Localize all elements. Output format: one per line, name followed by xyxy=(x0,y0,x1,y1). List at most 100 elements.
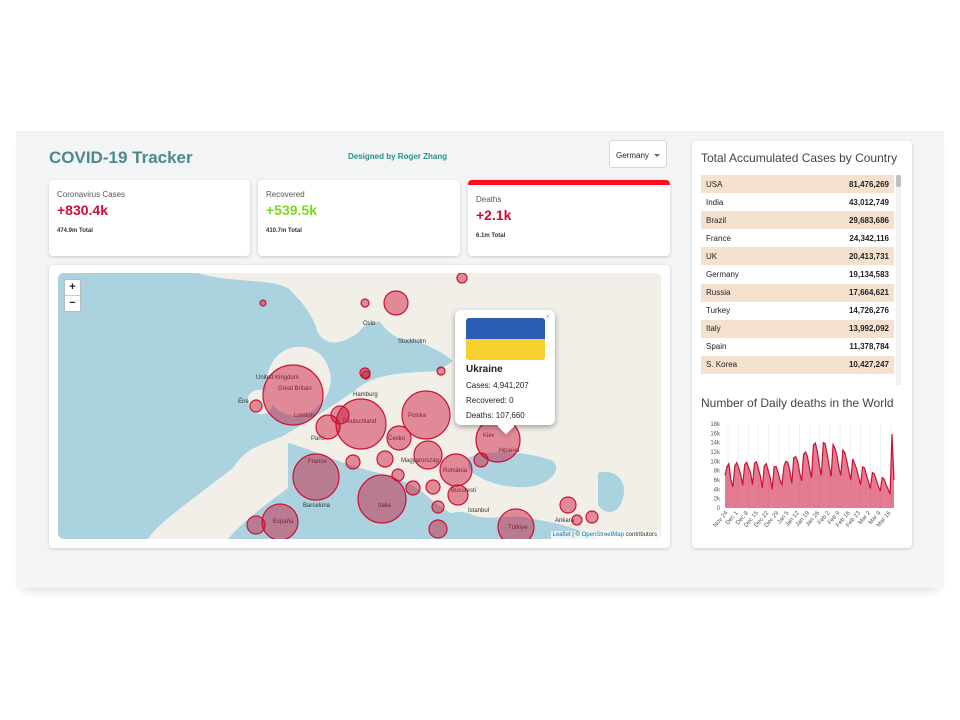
attribution-separator: | © xyxy=(570,532,582,538)
cases-card[interactable]: Coronavirus Cases +830.4k 474.9m Total xyxy=(49,180,250,256)
case-circle[interactable] xyxy=(391,468,405,482)
popup-deaths: Deaths: 107,660 xyxy=(466,411,525,420)
case-circle[interactable] xyxy=(436,366,446,376)
row-cases: 20,413,731 xyxy=(848,251,889,261)
case-circle[interactable] xyxy=(439,453,473,487)
case-circle[interactable] xyxy=(413,440,443,470)
table-row[interactable]: India 43,012,749 xyxy=(701,193,894,211)
row-cases: 11,378,784 xyxy=(849,342,889,352)
selected-indicator-bar xyxy=(468,180,670,185)
recovered-total: 410.7m Total xyxy=(266,228,302,234)
country-select-value: Germany xyxy=(616,151,649,160)
case-circle[interactable] xyxy=(571,514,583,526)
row-country: Russia xyxy=(706,288,731,298)
case-circle[interactable] xyxy=(360,298,370,308)
case-circle[interactable] xyxy=(361,370,371,380)
case-circle[interactable] xyxy=(428,519,448,539)
cases-value: +830.4k xyxy=(57,202,108,218)
cases-label: Coronavirus Cases xyxy=(57,190,126,199)
leaflet-link[interactable]: Leaflet xyxy=(553,532,571,538)
popup-recovered: Recovered: 0 xyxy=(466,396,514,405)
row-cases: 19,134,583 xyxy=(848,270,889,280)
table-row[interactable]: Russia 17,664,621 xyxy=(701,283,894,302)
designer-credit: Designed by Roger Zhang xyxy=(348,152,448,161)
table-row[interactable]: Brazil 29,683,686 xyxy=(701,211,894,230)
osm-link[interactable]: OpenStreetMap xyxy=(582,532,624,538)
scrollbar-thumb[interactable] xyxy=(896,175,901,187)
popup-country-name: Ukraine xyxy=(466,364,503,375)
table-row[interactable]: Spain 11,378,784 xyxy=(701,338,894,356)
case-circle[interactable] xyxy=(357,474,407,524)
y-tick-label: 14k xyxy=(710,441,721,447)
row-cases: 24,342,116 xyxy=(849,233,889,243)
case-circle[interactable] xyxy=(259,299,267,307)
y-tick-label: 12k xyxy=(710,450,721,456)
case-circle[interactable] xyxy=(386,425,412,451)
deaths-value: +2.1k xyxy=(476,207,512,223)
case-circle[interactable] xyxy=(249,399,263,413)
recovered-label: Recovered xyxy=(266,190,305,199)
table-row[interactable]: Germany 19,134,583 xyxy=(701,265,894,283)
case-circle[interactable] xyxy=(330,405,350,425)
deaths-card[interactable]: Deaths +2.1k 6.1m Total xyxy=(468,180,670,256)
y-tick-label: 10k xyxy=(710,459,721,465)
table-row[interactable]: UK 20,413,731 xyxy=(701,247,894,266)
app-container: COVID-19 Tracker Designed by Roger Zhang… xyxy=(16,131,944,588)
daily-deaths-chart: 02k4k6k8k10k12k14k16k18kNov 24Dec 1Dec 8… xyxy=(710,422,895,529)
case-circles-layer xyxy=(246,273,599,539)
country-cases-table[interactable]: USA 81,476,269 India 43,012,749 Brazil 29,683… xyxy=(701,175,894,385)
recovered-card[interactable]: Recovered +539.5k 410.7m Total xyxy=(258,180,460,256)
case-circle[interactable] xyxy=(447,484,469,506)
case-circle[interactable] xyxy=(456,273,468,284)
table-row[interactable]: USA 81,476,269 xyxy=(701,175,894,194)
zoom-out-button[interactable]: − xyxy=(65,295,80,311)
case-circle[interactable] xyxy=(383,290,409,316)
table-row[interactable]: Italy 13,992,092 xyxy=(701,319,894,338)
row-country: USA xyxy=(706,179,723,189)
case-circle[interactable] xyxy=(431,500,445,514)
case-circle[interactable] xyxy=(292,453,340,501)
cases-total: 474.9m Total xyxy=(57,228,93,234)
case-circle[interactable] xyxy=(559,496,577,514)
row-cases: 14,726,276 xyxy=(848,306,889,316)
row-country: Spain xyxy=(706,342,727,352)
row-country: UK xyxy=(706,251,718,261)
row-country: Germany xyxy=(706,270,739,280)
row-cases: 10,427,247 xyxy=(848,360,889,370)
sidebar-card: Total Accumulated Cases by Country USA 81… xyxy=(692,141,912,548)
country-select[interactable]: Germany xyxy=(609,140,667,168)
y-tick-label: 2k xyxy=(714,497,721,503)
case-circle[interactable] xyxy=(405,480,421,496)
app-title: COVID-19 Tracker xyxy=(49,148,193,167)
row-country: Turkey xyxy=(706,306,731,316)
chevron-down-icon xyxy=(654,154,660,157)
case-circle[interactable] xyxy=(585,510,599,524)
case-circle[interactable] xyxy=(345,454,361,470)
row-cases: 17,664,621 xyxy=(848,288,889,298)
zoom-in-button[interactable]: + xyxy=(65,280,80,295)
case-circle[interactable] xyxy=(262,364,324,426)
table-row[interactable]: France 24,342,116 xyxy=(701,229,894,247)
deaths-label: Deaths xyxy=(476,195,502,204)
case-circle[interactable] xyxy=(425,479,441,495)
attribution-rest: contributors xyxy=(623,532,657,538)
y-tick-label: 18k xyxy=(710,422,721,428)
y-tick-label: 4k xyxy=(714,487,721,493)
recovered-value: +539.5k xyxy=(266,202,317,218)
y-tick-label: 16k xyxy=(710,431,721,437)
popup-cases: Cases: 4,941,207 xyxy=(466,381,529,390)
case-circle[interactable] xyxy=(376,450,394,468)
case-circle[interactable] xyxy=(261,503,299,539)
case-circle[interactable] xyxy=(497,508,535,539)
map[interactable]: Oslo Stockholm United Kingdom Great Brit… xyxy=(58,273,661,539)
table-row[interactable]: Turkey 14,726,276 xyxy=(701,302,894,320)
row-country: Brazil xyxy=(706,215,727,225)
row-country: India xyxy=(706,197,724,207)
table-title: Total Accumulated Cases by Country xyxy=(701,151,898,165)
row-country: France xyxy=(706,233,731,243)
ukraine-flag xyxy=(466,318,545,360)
zoom-control: + − xyxy=(64,279,81,312)
table-row[interactable]: S. Korea 10,427,247 xyxy=(701,355,894,375)
popup-close-button[interactable]: × xyxy=(545,312,550,321)
table-scrollbar[interactable] xyxy=(896,175,901,385)
